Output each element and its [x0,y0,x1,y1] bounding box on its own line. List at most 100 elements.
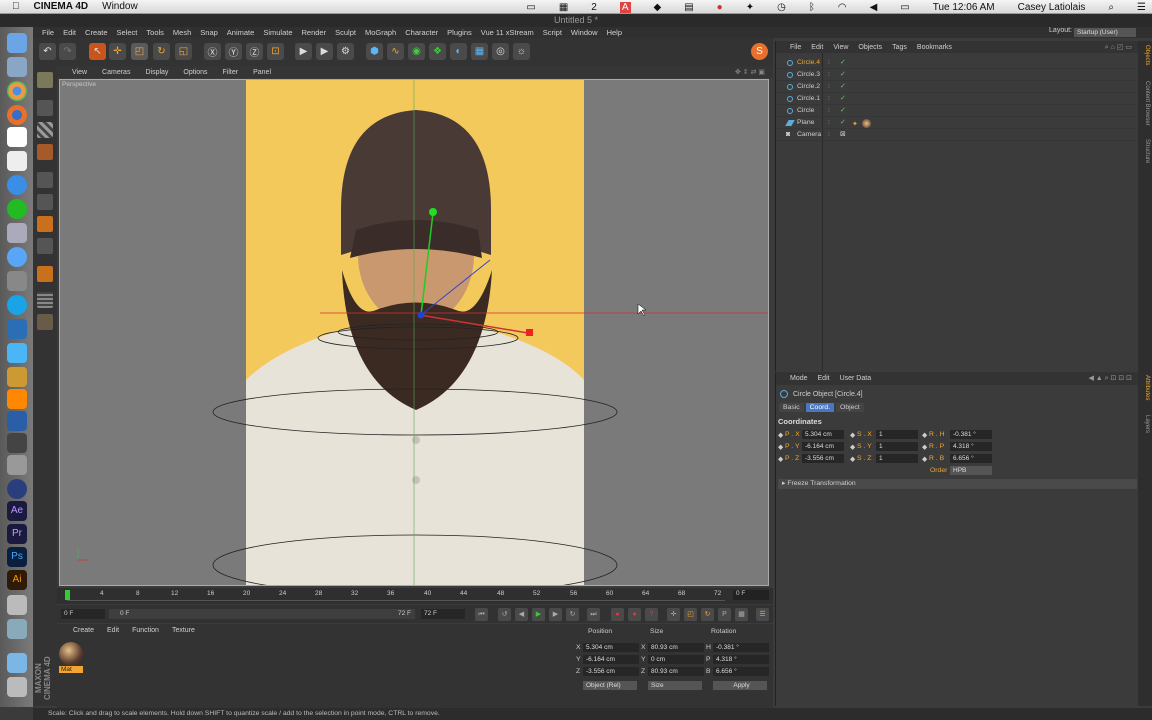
launchpad-icon[interactable] [7,57,27,77]
tab-basic[interactable]: Basic [779,403,804,412]
utility-icon[interactable] [7,223,27,243]
undo-icon[interactable]: ↶ [39,43,56,60]
end-frame-field[interactable]: 72 F [421,609,465,619]
polygons-mode-icon[interactable] [37,216,53,232]
menu-simulate[interactable]: Simulate [263,28,292,37]
start-frame-field[interactable]: 0 F [61,609,105,619]
calendar-icon[interactable]: ▤ [684,2,693,13]
viewport-menu-view[interactable]: View [72,69,87,76]
trash-icon[interactable] [7,677,27,697]
record-key-icon[interactable]: ● [611,608,624,621]
object-menu-view[interactable]: View [833,44,848,51]
position-y-field[interactable]: -6.164 cm [583,655,639,664]
keyframe-dot-icon[interactable]: ◆ [778,443,783,451]
downloads-icon[interactable] [7,619,27,639]
x-scale-handle[interactable] [526,329,533,336]
calendar-icon[interactable] [7,127,27,147]
twitter-icon[interactable]: ✦ [746,2,754,13]
photoshop-icon[interactable]: Ps [7,547,27,567]
environment-icon[interactable]: ▦ [471,43,488,60]
visibility-dots[interactable]: ⁝ [828,105,830,117]
position-x-field[interactable]: 5.304 cm [583,643,639,652]
menu-mograph[interactable]: MoGraph [365,28,396,37]
chrome-icon[interactable] [7,81,27,101]
autokey-icon[interactable]: ● [628,608,641,621]
tab-object[interactable]: Object [836,403,864,412]
window-menu[interactable]: Window [102,1,138,12]
keyframe-dot-icon[interactable]: ◆ [778,455,783,463]
timeline-ruler[interactable]: 0 4 8 12 16 20 24 28 32 36 40 44 48 52 5… [57,588,773,604]
keyframe-dot-icon[interactable]: ◆ [778,431,783,439]
render-settings-icon[interactable]: ⚙ [337,43,354,60]
size-y-field[interactable]: 0 cm [648,655,704,664]
messages-icon[interactable] [7,247,27,267]
spotify-icon[interactable] [7,199,27,219]
freeze-transformation-section[interactable]: ▸ Freeze Transformation [778,479,1137,489]
tab-coord[interactable]: Coord. [805,403,835,412]
attr-rb-field[interactable]: 6.656 ° [950,454,992,463]
screen-icon[interactable]: ▭ [526,2,535,13]
live-select-icon[interactable]: ↖ [89,43,106,60]
rotation-p-field[interactable]: 4.318 ° [713,655,769,664]
object-row-plane[interactable]: Plane ⁝ ✓ ✦ [776,117,1139,129]
make-editable-icon[interactable] [37,72,53,88]
lock-icon[interactable] [37,314,53,330]
x-axis-icon[interactable]: Ⓧ [204,43,221,60]
menu-window[interactable]: Window [571,28,598,37]
firefox-icon[interactable] [7,105,27,125]
nurbs-icon[interactable]: ◉ [408,43,425,60]
workplane-icon[interactable] [37,144,53,160]
circle-spline[interactable] [212,534,618,586]
illustrator-icon[interactable]: Ai [7,570,27,590]
z-axis-icon[interactable]: Ⓩ [246,43,263,60]
attr-menu-userdata[interactable]: User Data [840,375,872,382]
snap-icon[interactable] [37,292,53,308]
teamviewer-icon[interactable] [7,319,27,339]
clock-time[interactable]: Tue 12:06 AM [933,2,995,13]
object-row-camera[interactable]: ◙ Camera ⁝ ⊠ [776,129,1139,141]
key-param-icon[interactable]: P [718,608,731,621]
menu-character[interactable]: Character [405,28,438,37]
apply-button[interactable]: Apply [713,681,767,690]
bluetooth-icon[interactable]: ᛒ [809,2,815,13]
scale-icon[interactable]: ◰ [131,43,148,60]
key-pla-icon[interactable]: ▦ [735,608,748,621]
model-mode-icon[interactable] [37,100,53,116]
material-menu-create[interactable]: Create [73,627,94,634]
y-axis-icon[interactable]: Ⓨ [225,43,242,60]
menu-vue[interactable]: Vue 11 xStream [481,28,534,37]
perspective-viewport[interactable]: Perspective [59,79,769,586]
coord-system-icon[interactable]: ⊡ [267,43,284,60]
side-tab-objects[interactable]: Objects [1140,45,1150,65]
visibility-dots[interactable]: ⁝ [828,93,830,105]
keyframe-dot-icon[interactable]: ◆ [922,443,927,451]
spotlight-icon[interactable]: ⌕ [1108,2,1114,13]
viewport-menu-display[interactable]: Display [145,69,168,76]
size-z-field[interactable]: 80.93 cm [648,667,704,676]
last-tool-icon[interactable]: ◱ [175,43,192,60]
material-menu-texture[interactable]: Texture [172,627,195,634]
redo-icon[interactable]: ↷ [59,43,76,60]
enabled-check-icon[interactable]: ✓ [840,57,846,69]
object-menu-edit[interactable]: Edit [811,44,823,51]
finder-icon[interactable] [7,33,27,53]
enabled-check-icon[interactable]: ✓ [840,105,846,117]
skype-icon[interactable] [7,295,27,315]
stack-icon[interactable] [7,367,27,387]
side-tab-structure[interactable]: Structure [1140,139,1150,163]
visibility-dots[interactable]: ⁝ [828,117,830,129]
notes-icon[interactable] [7,151,27,171]
twitter-icon[interactable] [7,343,27,363]
object-row-circle[interactable]: Circle ⁝ ✓ [776,105,1139,117]
menu-animate[interactable]: Animate [227,28,255,37]
object-row-circle2[interactable]: Circle.2 ⁝ ✓ [776,81,1139,93]
enabled-check-icon[interactable]: ✓ [840,81,846,93]
record-icon[interactable]: ● [717,2,723,13]
after-effects-icon[interactable]: Ae [7,501,27,521]
attr-menu-edit[interactable]: Edit [818,375,830,382]
evernote-icon[interactable]: ◆ [654,2,662,13]
go-to-end-icon[interactable]: ⏭ [587,608,600,621]
app-icon[interactable] [7,595,27,615]
menu-sculpt[interactable]: Sculpt [335,28,356,37]
tweak-icon[interactable] [37,266,53,282]
